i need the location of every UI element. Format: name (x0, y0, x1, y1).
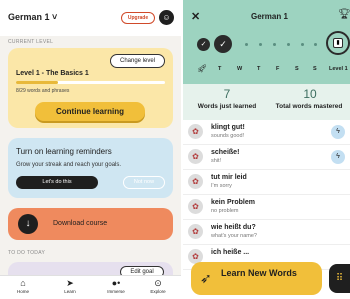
home-header: German 1 ˅ Upgrade ☺ (0, 0, 181, 36)
words-progress-text: 8/29 words and phrases (16, 88, 70, 94)
course-title: German 1 (251, 12, 288, 21)
rocket-icon: 🚀︎ (197, 64, 208, 73)
streak-dot (245, 43, 248, 46)
flower-icon: ✿ (188, 199, 203, 214)
trophy-icon[interactable]: 🏆︎ (338, 9, 350, 20)
word-row[interactable]: ✿ klingt gut! sounds good! ϟ (183, 120, 350, 145)
flower-icon: ✿ (188, 124, 203, 139)
summary-header: ✕ German 1 🏆︎ ✓ ✓ ▮ 🚀︎ T W T F S S Level… (183, 0, 350, 84)
streak-dot (301, 43, 304, 46)
word-english: sounds good! (211, 133, 245, 139)
bottom-nav: ⌂ Home ➤ Learn ●• Immerse ⊙ Explore (0, 275, 181, 299)
grid-menu-icon[interactable]: ⠿ (329, 264, 350, 293)
reminder-title: Turn on learning reminders (16, 147, 112, 156)
level-progress-bar (16, 81, 165, 84)
word-german: scheiße! (211, 149, 240, 156)
word-row[interactable]: ✿ scheiße! shit! ϟ (183, 145, 350, 170)
word-german: wie heißt du? (211, 224, 256, 231)
day-label: T (218, 66, 222, 72)
day-label: S (295, 66, 299, 72)
learn-icon: ➤ (66, 278, 74, 288)
home-screen: German 1 ˅ Upgrade ☺ CURRENT LEVEL Chang… (0, 0, 181, 299)
words-mastered-label: Total words mastered (275, 103, 343, 110)
streak-dot (287, 43, 290, 46)
download-course-card[interactable]: ↓ Download course (8, 208, 173, 240)
nav-immerse[interactable]: ●• Immerse (101, 278, 131, 294)
streak-dot (273, 43, 276, 46)
reminder-card: Turn on learning reminders Grow your str… (8, 138, 173, 198)
nav-learn[interactable]: ➤ Learn (55, 278, 85, 294)
lightning-icon[interactable]: ϟ (331, 150, 345, 164)
lightning-icon[interactable]: ϟ (331, 125, 345, 139)
words-learned-label: Words just learned (197, 103, 257, 110)
learn-icon: ➶ (200, 270, 212, 286)
word-english: what's your name? (211, 233, 257, 239)
todo-heading: TO DO TODAY (8, 250, 46, 256)
streak-day-today: ✓ (214, 35, 232, 53)
lets-do-this-button[interactable]: Let's do this (16, 176, 98, 189)
not-now-button[interactable]: Not now (123, 176, 165, 189)
day-label: T (257, 66, 261, 72)
nav-explore-label: Explore (150, 289, 166, 294)
word-row[interactable]: ✿ wie heißt du? what's your name? (183, 220, 350, 245)
word-german: ich heiße ... (211, 249, 250, 256)
current-level-heading: CURRENT LEVEL (8, 39, 54, 45)
reminder-subtitle: Grow your streak and reach your goals. (16, 162, 122, 168)
nav-learn-label: Learn (64, 289, 76, 294)
word-german: tut mir leid (211, 174, 247, 181)
explore-icon: ⊙ (154, 278, 162, 288)
level-progress-fill (16, 81, 58, 84)
session-summary-screen: ✕ German 1 🏆︎ ✓ ✓ ▮ 🚀︎ T W T F S S Level… (183, 0, 350, 299)
immerse-icon: ●• (111, 278, 121, 288)
streak-dot (314, 43, 317, 46)
word-german: kein Problem (211, 199, 255, 206)
word-english: shit! (211, 158, 222, 164)
word-english: no problem (211, 208, 239, 214)
word-english: I'm sorry (211, 183, 232, 189)
learn-new-words-label: Learn New Words (221, 268, 297, 278)
day-label: S (313, 66, 317, 72)
close-icon[interactable]: ✕ (191, 10, 200, 23)
continue-learning-button[interactable]: Continue learning (35, 102, 145, 121)
day-label: W (237, 66, 243, 72)
streak-dot (259, 43, 262, 46)
change-level-button[interactable]: Change level (110, 54, 165, 68)
learn-new-words-button[interactable]: ➶ Learn New Words (191, 262, 322, 295)
word-row[interactable]: ✿ tut mir leid I'm sorry (183, 170, 350, 195)
words-learned-count: 7 (223, 87, 231, 101)
download-course-label: Download course (53, 220, 108, 227)
word-german: klingt gut! (211, 124, 245, 131)
words-mastered-count: 10 (303, 87, 317, 101)
streak-day-complete: ✓ (197, 38, 210, 51)
day-label: F (276, 66, 280, 72)
user-icon[interactable]: ☺ (159, 10, 174, 25)
flower-icon: ✿ (188, 224, 203, 239)
word-row[interactable]: ✿ kein Problem no problem (183, 195, 350, 220)
nav-home-label: Home (16, 289, 29, 294)
home-icon: ⌂ (20, 278, 26, 288)
upgrade-button[interactable]: Upgrade (121, 12, 155, 24)
flower-icon: ✿ (188, 149, 203, 164)
level-title: Level 1 - The Basics 1 (16, 70, 89, 77)
download-icon: ↓ (18, 214, 38, 234)
stats-row: 7 Words just learned 10 Total words mast… (183, 84, 350, 120)
nav-explore[interactable]: ⊙ Explore (143, 278, 173, 294)
level-label: Level 1 (329, 66, 348, 72)
level-card: Change level Level 1 - The Basics 1 8/29… (8, 48, 173, 128)
level-goal-icon: ▮ (326, 31, 350, 55)
nav-immerse-label: Immerse (107, 289, 125, 294)
course-selector[interactable]: German 1 ˅ (8, 12, 57, 22)
flower-icon: ✿ (188, 174, 203, 189)
nav-home[interactable]: ⌂ Home (8, 278, 38, 294)
